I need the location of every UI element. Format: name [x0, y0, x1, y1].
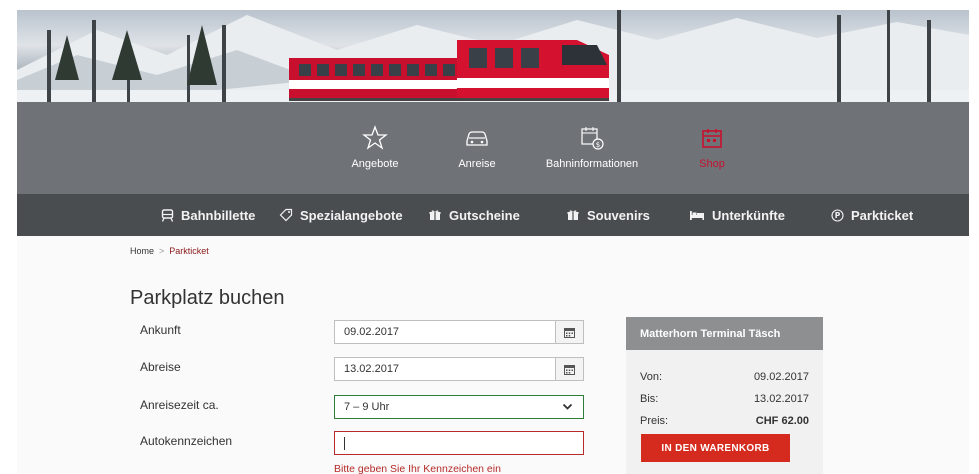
calendar-icon[interactable] [555, 321, 583, 343]
page: Angebote Anreise $ Bahninformationen Sho… [17, 10, 969, 474]
top-nav-label: Anreise [458, 158, 496, 170]
gift-icon [428, 208, 442, 222]
top-navigation: Angebote Anreise $ Bahninformationen Sho… [17, 102, 969, 194]
license-plate-error: Bitte geben Sie Ihr Kennzeichen ein [334, 463, 501, 474]
calendar-icon [698, 124, 726, 152]
breadcrumb: Home > Parkticket [130, 246, 209, 256]
main-nav-label: Parkticket [851, 207, 914, 223]
top-nav-angebote[interactable]: Angebote [335, 102, 415, 194]
arrival-time-label: Anreisezeit ca. [140, 398, 219, 412]
booking-summary: Matterhorn Terminal Täsch Von: 09.02.201… [626, 317, 823, 474]
bed-icon [689, 208, 705, 222]
main-nav-spezialangebote[interactable]: Spezialangebote [279, 194, 403, 236]
add-to-cart-button[interactable]: IN DEN WARENKORB [641, 434, 790, 462]
departure-date-value: 13.02.2017 [344, 363, 400, 375]
summary-to-row: Bis: 13.02.2017 [640, 393, 809, 405]
top-nav-shop[interactable]: Shop [672, 102, 752, 194]
main-nav-parkticket[interactable]: P Parkticket [830, 194, 913, 236]
page-title: Parkplatz buchen [130, 287, 285, 309]
breadcrumb-home-link[interactable]: Home [130, 246, 154, 256]
departure-date-input[interactable]: 13.02.2017 [334, 357, 584, 381]
departure-label: Abreise [140, 360, 181, 374]
summary-price-value: CHF 62.00 [755, 415, 809, 427]
license-plate-label: Autokennzeichen [140, 434, 233, 448]
top-nav-label: Shop [699, 158, 725, 170]
arrival-time-value: 7 – 9 Uhr [344, 401, 390, 413]
chevron-down-icon [562, 402, 573, 414]
text-cursor [344, 436, 345, 450]
parking-icon: P [830, 208, 844, 222]
main-nav-souvenirs[interactable]: Souvenirs [566, 194, 650, 236]
train-icon [160, 208, 174, 222]
license-plate-input[interactable] [334, 431, 584, 455]
car-icon [463, 124, 491, 152]
calendar-icon[interactable] [555, 358, 583, 380]
main-nav-label: Unterkünfte [712, 207, 785, 223]
top-nav-bahninformationen[interactable]: $ Bahninformationen [537, 102, 647, 194]
arrival-time-select[interactable]: 7 – 9 Uhr [334, 395, 584, 419]
main-navigation: Bahnbillette Spezialangebote Gutscheine … [17, 194, 969, 236]
summary-from-row: Von: 09.02.2017 [640, 371, 809, 383]
summary-price-label: Preis: [640, 415, 669, 427]
svg-text:$: $ [596, 141, 600, 149]
top-nav-label: Bahninformationen [545, 158, 639, 170]
arrival-date-input[interactable]: 09.02.2017 [334, 320, 584, 344]
star-icon [361, 124, 389, 152]
gift-icon [566, 208, 580, 222]
main-nav-label: Souvenirs [587, 207, 650, 223]
summary-from-value: 09.02.2017 [753, 371, 809, 383]
main-nav-label: Spezialangebote [300, 207, 403, 223]
main-nav-label: Bahnbillette [181, 207, 256, 223]
hero-image [17, 10, 969, 110]
svg-text:P: P [834, 211, 840, 220]
main-nav-unterkuenfte[interactable]: Unterkünfte [689, 194, 785, 236]
summary-title: Matterhorn Terminal Täsch [626, 317, 823, 350]
tag-icon [279, 208, 293, 222]
top-nav-label: Angebote [351, 158, 399, 170]
main-nav-label: Gutscheine [449, 207, 520, 223]
main-nav-gutscheine[interactable]: Gutscheine [428, 194, 520, 236]
arrival-date-value: 09.02.2017 [344, 326, 400, 338]
summary-from-label: Von: [640, 371, 663, 383]
summary-to-label: Bis: [640, 393, 659, 405]
main-nav-bahnbillette[interactable]: Bahnbillette [160, 194, 255, 236]
breadcrumb-current[interactable]: Parkticket [169, 246, 209, 256]
breadcrumb-separator: > [159, 246, 165, 256]
arrival-label: Ankunft [140, 323, 181, 337]
timetable-icon: $ [578, 124, 606, 152]
summary-price-row: Preis: CHF 62.00 [640, 415, 809, 427]
summary-to-value: 13.02.2017 [753, 393, 809, 405]
top-nav-anreise[interactable]: Anreise [437, 102, 517, 194]
winter-train-illustration [17, 10, 969, 110]
